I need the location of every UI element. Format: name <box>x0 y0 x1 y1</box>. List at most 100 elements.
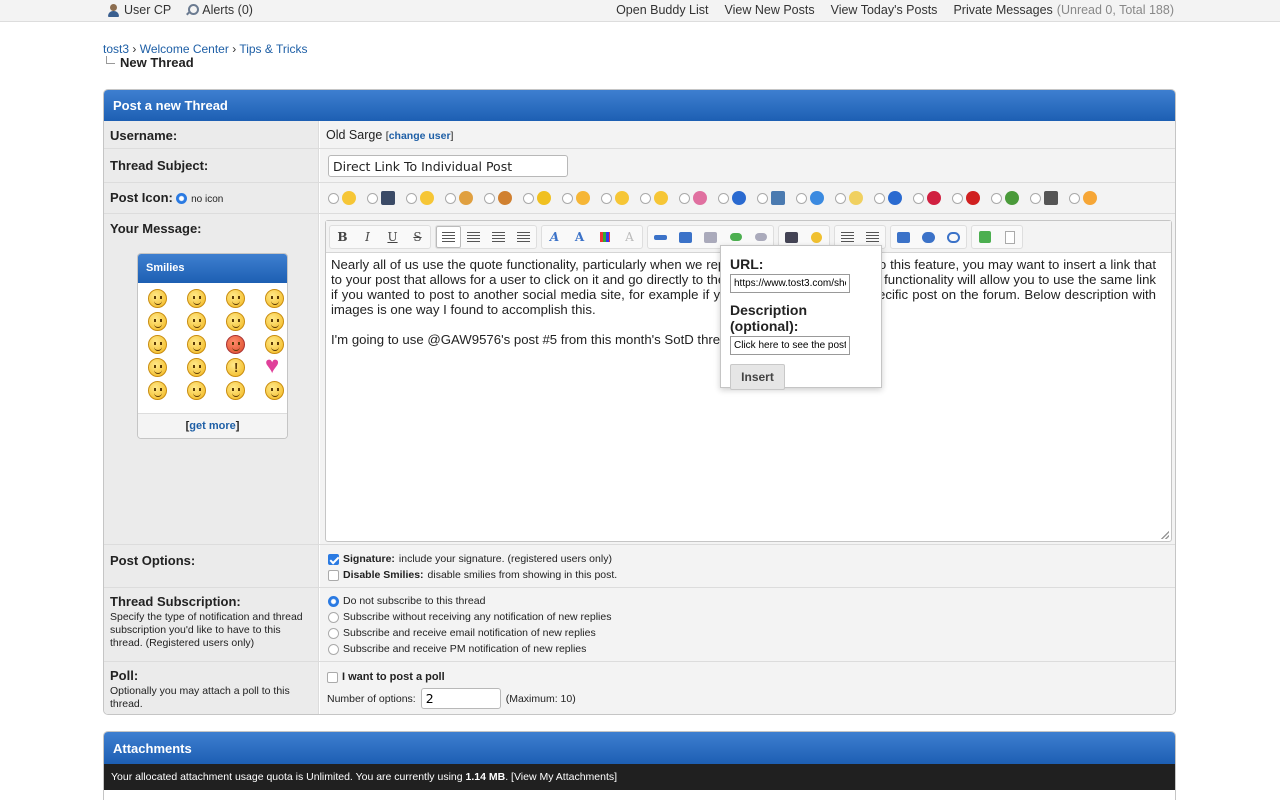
smile-icon[interactable] <box>342 191 356 205</box>
color-button[interactable] <box>592 226 617 248</box>
editor-resize-handle[interactable] <box>1161 531 1169 539</box>
align-left-button[interactable] <box>436 226 461 248</box>
wink-icon[interactable] <box>187 312 206 331</box>
clapper-icon[interactable] <box>1044 191 1058 205</box>
post-icon-radio[interactable] <box>796 192 807 204</box>
smile-icon[interactable] <box>226 312 245 331</box>
nerd-icon[interactable] <box>187 335 206 354</box>
align-right-button[interactable] <box>486 226 511 248</box>
alerts-link[interactable]: Alerts (0) <box>185 3 253 17</box>
frown-icon[interactable] <box>265 312 284 331</box>
post-icon-radio[interactable] <box>367 192 378 204</box>
subscription-radio[interactable] <box>328 627 339 639</box>
font-size-button[interactable]: A <box>567 226 592 248</box>
post-icon-radio[interactable] <box>874 192 885 204</box>
heart-icon[interactable] <box>927 191 941 205</box>
dizzy-icon[interactable] <box>148 358 167 377</box>
horizontal-rule-button[interactable] <box>648 226 673 248</box>
smile-icon[interactable] <box>187 289 206 308</box>
frown-icon[interactable] <box>615 191 629 205</box>
music-icon[interactable] <box>810 191 824 205</box>
post-icon-radio[interactable] <box>484 192 495 204</box>
mad-icon[interactable] <box>226 335 245 354</box>
post-icon-radio[interactable] <box>445 192 456 204</box>
italic-button[interactable]: I <box>355 226 380 248</box>
view-todays-posts-link[interactable]: View Today's Posts <box>831 3 938 17</box>
post-icon-radio[interactable] <box>952 192 963 204</box>
post-icon-radio[interactable] <box>991 192 1002 204</box>
num-options-input[interactable] <box>420 688 501 709</box>
confused-icon[interactable] <box>265 381 284 400</box>
get-more-link[interactable]: get more <box>189 420 235 432</box>
post-icon-radio[interactable] <box>1030 192 1041 204</box>
smirk-icon[interactable] <box>187 358 206 377</box>
no-icon-radio[interactable] <box>176 193 188 205</box>
strikethrough-button[interactable]: S <box>405 226 430 248</box>
laugh-icon[interactable] <box>1083 191 1097 205</box>
post-icon-radio[interactable] <box>406 192 417 204</box>
post-icon-radio[interactable] <box>913 192 924 204</box>
source-mode-button[interactable] <box>997 226 1022 248</box>
insert-image-button[interactable] <box>673 226 698 248</box>
film-icon[interactable] <box>381 191 395 205</box>
quote-button[interactable] <box>891 226 916 248</box>
wink-icon[interactable] <box>654 191 668 205</box>
view-attachments-link[interactable]: [View My Attachments] <box>511 771 617 783</box>
description-input[interactable] <box>730 336 850 355</box>
star-icon[interactable] <box>537 191 551 205</box>
post-icon-radio[interactable] <box>757 192 768 204</box>
info-icon[interactable] <box>888 191 902 205</box>
wrap-quote-button[interactable] <box>916 226 941 248</box>
bold-button[interactable]: B <box>330 226 355 248</box>
subscription-option-none[interactable]: Do not subscribe to this thread <box>328 593 1169 609</box>
post-poll-checkbox[interactable] <box>327 671 338 683</box>
bug-icon[interactable] <box>1005 191 1019 205</box>
thread-subject-input[interactable] <box>328 155 568 177</box>
tongue-icon[interactable] <box>148 312 167 331</box>
remove-format-button[interactable]: A <box>617 226 642 248</box>
post-icon-radio[interactable] <box>679 192 690 204</box>
lightbulb-icon[interactable] <box>849 191 863 205</box>
url-input[interactable] <box>730 274 850 293</box>
subscription-option-no-notify[interactable]: Subscribe without receiving any notifica… <box>328 609 1169 625</box>
open-buddy-list-link[interactable]: Open Buddy List <box>616 3 708 17</box>
question-icon[interactable] <box>732 191 746 205</box>
sleepy-icon[interactable] <box>226 381 245 400</box>
subscription-radio[interactable] <box>328 595 339 607</box>
rainbow-icon[interactable] <box>693 191 707 205</box>
user-cp-link[interactable]: User CP <box>107 3 171 17</box>
post-icon-radio[interactable] <box>1069 192 1080 204</box>
speech-bubble-button[interactable] <box>941 226 966 248</box>
post-icon-radio[interactable] <box>835 192 846 204</box>
breadcrumb-item-welcome-center[interactable]: Welcome Center <box>140 42 229 56</box>
insert-button[interactable]: Insert <box>730 364 785 390</box>
private-messages-link[interactable]: Private Messages (Unread 0, Total 188) <box>953 3 1174 17</box>
breadcrumb-item-home[interactable]: tost3 <box>103 42 129 56</box>
post-icon-radio[interactable] <box>562 192 573 204</box>
post-icon-radio[interactable] <box>523 192 534 204</box>
post-icon-radio[interactable] <box>640 192 651 204</box>
view-new-posts-link[interactable]: View New Posts <box>725 3 815 17</box>
change-user-link[interactable]: change user <box>389 130 451 142</box>
post-icon-radio[interactable] <box>718 192 729 204</box>
shocked-icon[interactable] <box>187 381 206 400</box>
question-icon[interactable] <box>148 381 167 400</box>
at-icon[interactable] <box>148 335 167 354</box>
thumbs-down-icon[interactable] <box>498 191 512 205</box>
breadcrumb-item-tips-tricks[interactable]: Tips & Tricks <box>239 42 307 56</box>
subscription-radio[interactable] <box>328 643 339 655</box>
angry-icon[interactable] <box>576 191 590 205</box>
exclamation-icon[interactable] <box>226 358 245 377</box>
post-icon-radio[interactable] <box>328 192 339 204</box>
align-center-button[interactable] <box>461 226 486 248</box>
post-icon-radio[interactable] <box>601 192 612 204</box>
image-icon[interactable] <box>771 191 785 205</box>
subscription-option-email[interactable]: Subscribe and receive email notification… <box>328 625 1169 641</box>
smile-icon[interactable] <box>148 289 167 308</box>
heart-icon[interactable] <box>265 352 284 380</box>
signature-checkbox[interactable] <box>328 553 339 565</box>
font-button[interactable]: A <box>542 226 567 248</box>
subscription-option-pm[interactable]: Subscribe and receive PM notification of… <box>328 641 1169 657</box>
cool-icon[interactable] <box>226 289 245 308</box>
grin-icon[interactable] <box>420 191 434 205</box>
